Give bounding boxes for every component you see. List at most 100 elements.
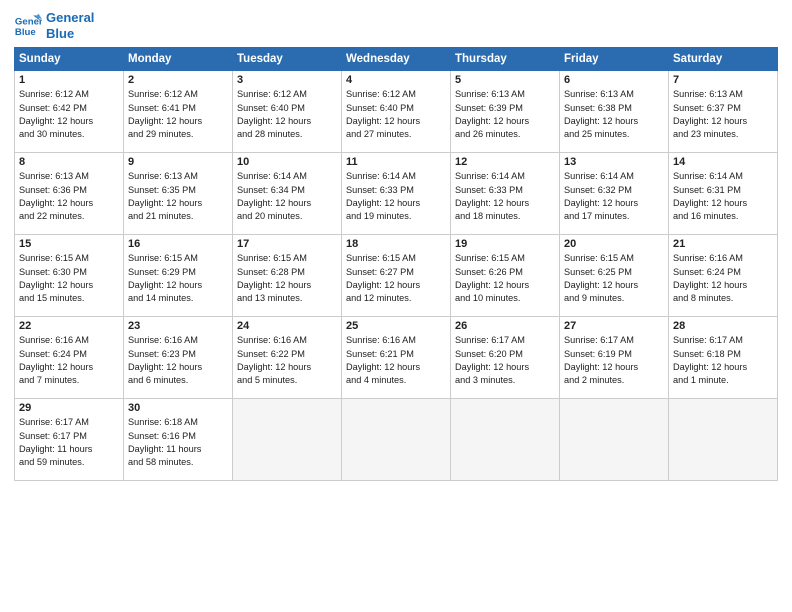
day-info: Sunrise: 6:16 AM Sunset: 6:23 PM Dayligh…: [128, 334, 228, 387]
day-number: 24: [237, 320, 337, 332]
day-number: 9: [128, 156, 228, 168]
day-number: 22: [19, 320, 119, 332]
day-number: 15: [19, 238, 119, 250]
calendar-cell: [560, 399, 669, 481]
day-number: 23: [128, 320, 228, 332]
day-info: Sunrise: 6:16 AM Sunset: 6:24 PM Dayligh…: [673, 252, 773, 305]
day-number: 5: [455, 74, 555, 86]
calendar-cell: 20 Sunrise: 6:15 AM Sunset: 6:25 PM Dayli…: [560, 235, 669, 317]
day-info: Sunrise: 6:18 AM Sunset: 6:16 PM Dayligh…: [128, 416, 228, 469]
calendar-cell: 10 Sunrise: 6:14 AM Sunset: 6:34 PM Dayli…: [233, 153, 342, 235]
day-info: Sunrise: 6:12 AM Sunset: 6:40 PM Dayligh…: [237, 88, 337, 141]
calendar-cell: 27 Sunrise: 6:17 AM Sunset: 6:19 PM Dayli…: [560, 317, 669, 399]
weekday-header-wednesday: Wednesday: [342, 48, 451, 71]
calendar-cell: 9 Sunrise: 6:13 AM Sunset: 6:35 PM Daylig…: [124, 153, 233, 235]
weekday-header-tuesday: Tuesday: [233, 48, 342, 71]
day-info: Sunrise: 6:17 AM Sunset: 6:20 PM Dayligh…: [455, 334, 555, 387]
calendar-cell: 8 Sunrise: 6:13 AM Sunset: 6:36 PM Daylig…: [15, 153, 124, 235]
day-number: 28: [673, 320, 773, 332]
calendar-cell: 28Sunrise: 6:17 AM Sunset: 6:18 PM Dayli…: [669, 317, 778, 399]
weekday-header-sunday: Sunday: [15, 48, 124, 71]
calendar-cell: 25 Sunrise: 6:16 AM Sunset: 6:21 PM Dayli…: [342, 317, 451, 399]
day-info: Sunrise: 6:17 AM Sunset: 6:19 PM Dayligh…: [564, 334, 664, 387]
calendar-cell: 4Sunrise: 6:12 AM Sunset: 6:40 PM Daylig…: [342, 71, 451, 153]
calendar-header-row: SundayMondayTuesdayWednesdayThursdayFrid…: [15, 48, 778, 71]
day-number: 29: [19, 402, 119, 414]
calendar-cell: 18Sunrise: 6:15 AM Sunset: 6:27 PM Dayli…: [342, 235, 451, 317]
weekday-header-friday: Friday: [560, 48, 669, 71]
day-info: Sunrise: 6:16 AM Sunset: 6:21 PM Dayligh…: [346, 334, 446, 387]
calendar-week-row: 15 Sunrise: 6:15 AM Sunset: 6:30 PM Dayli…: [15, 235, 778, 317]
day-number: 30: [128, 402, 228, 414]
calendar-cell: 2Sunrise: 6:12 AM Sunset: 6:41 PM Daylig…: [124, 71, 233, 153]
day-info: Sunrise: 6:15 AM Sunset: 6:26 PM Dayligh…: [455, 252, 555, 305]
calendar-cell: 19 Sunrise: 6:15 AM Sunset: 6:26 PM Dayli…: [451, 235, 560, 317]
day-info: Sunrise: 6:17 AM Sunset: 6:17 PM Dayligh…: [19, 416, 119, 469]
day-info: Sunrise: 6:12 AM Sunset: 6:40 PM Dayligh…: [346, 88, 446, 141]
calendar-cell: [233, 399, 342, 481]
calendar-cell: 6 Sunrise: 6:13 AM Sunset: 6:38 PM Daylig…: [560, 71, 669, 153]
day-number: 17: [237, 238, 337, 250]
calendar-cell: 21Sunrise: 6:16 AM Sunset: 6:24 PM Dayli…: [669, 235, 778, 317]
day-number: 8: [19, 156, 119, 168]
day-info: Sunrise: 6:15 AM Sunset: 6:25 PM Dayligh…: [564, 252, 664, 305]
calendar-cell: 7Sunrise: 6:13 AM Sunset: 6:37 PM Daylig…: [669, 71, 778, 153]
day-number: 19: [455, 238, 555, 250]
day-number: 16: [128, 238, 228, 250]
day-number: 14: [673, 156, 773, 168]
day-info: Sunrise: 6:14 AM Sunset: 6:32 PM Dayligh…: [564, 170, 664, 223]
day-info: Sunrise: 6:13 AM Sunset: 6:35 PM Dayligh…: [128, 170, 228, 223]
day-info: Sunrise: 6:14 AM Sunset: 6:33 PM Dayligh…: [346, 170, 446, 223]
day-number: 25: [346, 320, 446, 332]
day-info: Sunrise: 6:13 AM Sunset: 6:38 PM Dayligh…: [564, 88, 664, 141]
calendar-week-row: 8 Sunrise: 6:13 AM Sunset: 6:36 PM Daylig…: [15, 153, 778, 235]
day-number: 27: [564, 320, 664, 332]
day-number: 18: [346, 238, 446, 250]
calendar-cell: [669, 399, 778, 481]
day-info: Sunrise: 6:13 AM Sunset: 6:36 PM Dayligh…: [19, 170, 119, 223]
day-number: 20: [564, 238, 664, 250]
logo-icon: General Blue: [14, 12, 42, 40]
calendar-week-row: 1Sunrise: 6:12 AM Sunset: 6:42 PM Daylig…: [15, 71, 778, 153]
weekday-header-monday: Monday: [124, 48, 233, 71]
logo-text: General Blue: [46, 10, 94, 41]
day-info: Sunrise: 6:15 AM Sunset: 6:30 PM Dayligh…: [19, 252, 119, 305]
logo: General Blue General Blue: [14, 10, 94, 41]
calendar-cell: 23 Sunrise: 6:16 AM Sunset: 6:23 PM Dayli…: [124, 317, 233, 399]
day-info: Sunrise: 6:14 AM Sunset: 6:33 PM Dayligh…: [455, 170, 555, 223]
calendar-cell: 11 Sunrise: 6:14 AM Sunset: 6:33 PM Dayli…: [342, 153, 451, 235]
calendar-week-row: 29 Sunrise: 6:17 AM Sunset: 6:17 PM Dayli…: [15, 399, 778, 481]
day-number: 11: [346, 156, 446, 168]
page-header: General Blue General Blue: [14, 10, 778, 41]
calendar-cell: [451, 399, 560, 481]
calendar-cell: 17 Sunrise: 6:15 AM Sunset: 6:28 PM Dayli…: [233, 235, 342, 317]
weekday-header-thursday: Thursday: [451, 48, 560, 71]
calendar-week-row: 22Sunrise: 6:16 AM Sunset: 6:24 PM Dayli…: [15, 317, 778, 399]
calendar-cell: 12Sunrise: 6:14 AM Sunset: 6:33 PM Dayli…: [451, 153, 560, 235]
day-number: 10: [237, 156, 337, 168]
day-number: 3: [237, 74, 337, 86]
calendar-cell: 30 Sunrise: 6:18 AM Sunset: 6:16 PM Dayli…: [124, 399, 233, 481]
day-info: Sunrise: 6:13 AM Sunset: 6:39 PM Dayligh…: [455, 88, 555, 141]
calendar-cell: 1Sunrise: 6:12 AM Sunset: 6:42 PM Daylig…: [15, 71, 124, 153]
weekday-header-saturday: Saturday: [669, 48, 778, 71]
svg-text:Blue: Blue: [15, 26, 36, 37]
calendar-cell: 29 Sunrise: 6:17 AM Sunset: 6:17 PM Dayli…: [15, 399, 124, 481]
day-info: Sunrise: 6:16 AM Sunset: 6:22 PM Dayligh…: [237, 334, 337, 387]
calendar-cell: [342, 399, 451, 481]
day-info: Sunrise: 6:15 AM Sunset: 6:28 PM Dayligh…: [237, 252, 337, 305]
calendar-cell: 22Sunrise: 6:16 AM Sunset: 6:24 PM Dayli…: [15, 317, 124, 399]
day-info: Sunrise: 6:12 AM Sunset: 6:42 PM Dayligh…: [19, 88, 119, 141]
calendar-cell: 14Sunrise: 6:14 AM Sunset: 6:31 PM Dayli…: [669, 153, 778, 235]
calendar-table: SundayMondayTuesdayWednesdayThursdayFrid…: [14, 47, 778, 481]
calendar-cell: 3 Sunrise: 6:12 AM Sunset: 6:40 PM Daylig…: [233, 71, 342, 153]
calendar-cell: 15 Sunrise: 6:15 AM Sunset: 6:30 PM Dayli…: [15, 235, 124, 317]
day-number: 7: [673, 74, 773, 86]
day-info: Sunrise: 6:14 AM Sunset: 6:34 PM Dayligh…: [237, 170, 337, 223]
day-info: Sunrise: 6:12 AM Sunset: 6:41 PM Dayligh…: [128, 88, 228, 141]
day-number: 13: [564, 156, 664, 168]
calendar-body: 1Sunrise: 6:12 AM Sunset: 6:42 PM Daylig…: [15, 71, 778, 481]
day-number: 6: [564, 74, 664, 86]
calendar-cell: 24 Sunrise: 6:16 AM Sunset: 6:22 PM Dayli…: [233, 317, 342, 399]
calendar-cell: 13 Sunrise: 6:14 AM Sunset: 6:32 PM Dayli…: [560, 153, 669, 235]
